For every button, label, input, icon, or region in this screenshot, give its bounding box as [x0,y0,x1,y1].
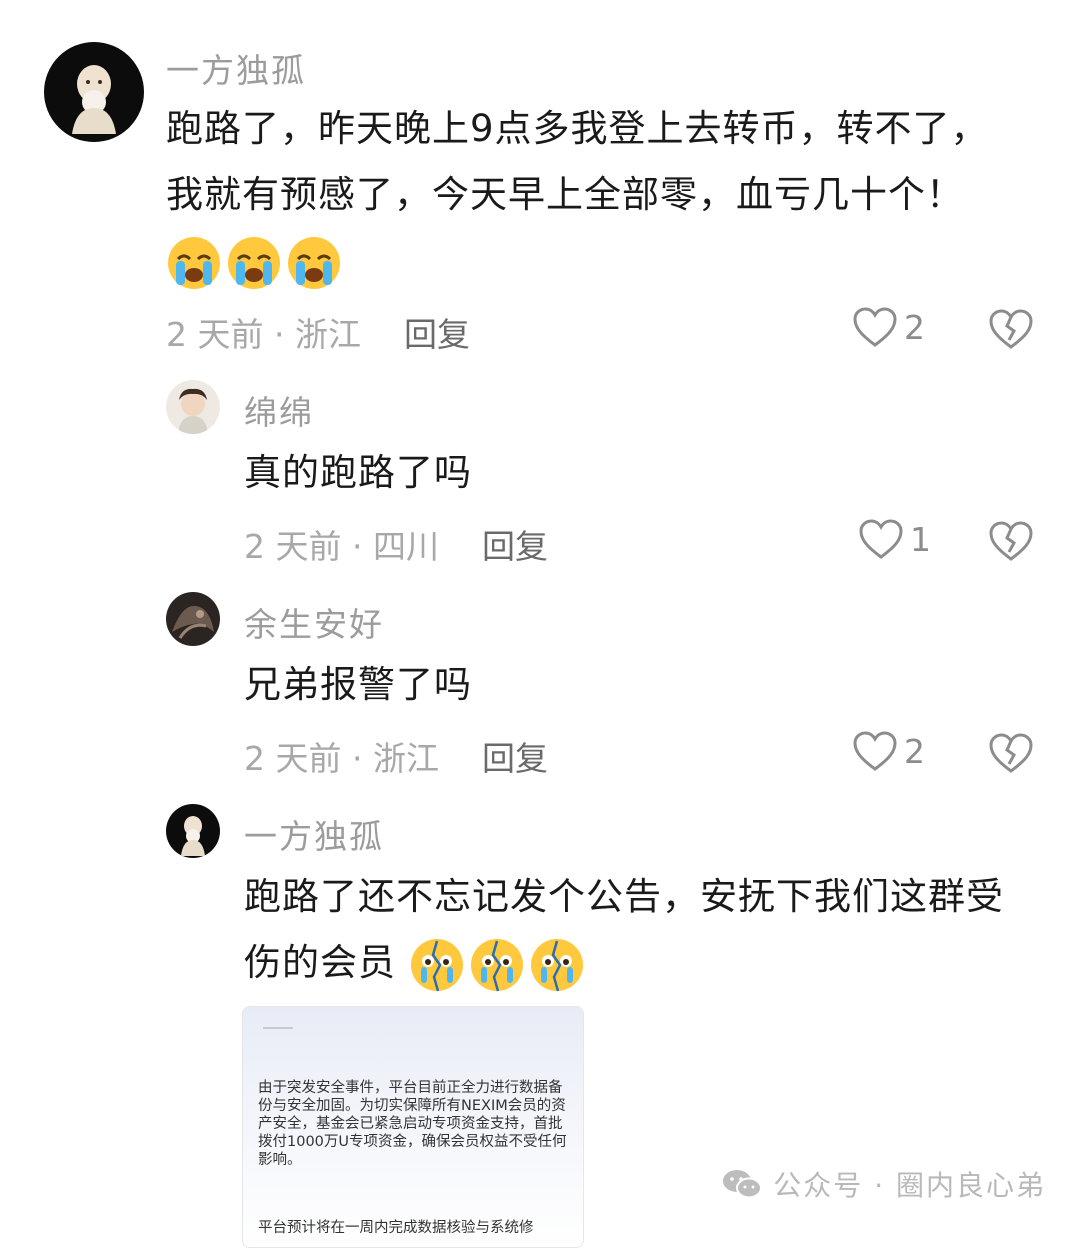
like-count: 2 [904,731,925,771]
loudly-crying-emoji [226,235,282,291]
like-button[interactable]: 2 [852,730,925,772]
divider [263,1027,293,1029]
heart-outline-icon [858,518,904,560]
comment-username[interactable]: 绵绵 [244,386,314,434]
notice-body-cutoff: 平台预计将在一周内完成数据核验与系统修 [258,1220,534,1236]
comment-body: 真的跑路了吗 [244,451,472,494]
attached-image[interactable]: 由于突发安全事件，平台目前正全力进行数据备份与安全加固。为切实保障所有NEXIM… [242,1006,584,1248]
avatar[interactable] [44,42,144,142]
loudly-crying-emoji [286,235,342,291]
watermark: 公众号 · 圈内良心弟 [721,1164,1046,1204]
broken-heart-icon[interactable] [988,520,1034,562]
comment-meta: 2 天前 · 浙江 [166,315,361,354]
comment-body: 兄弟报警了吗 [244,663,472,706]
avatar[interactable] [166,804,220,858]
reply-button[interactable]: 回复 [482,732,548,780]
comment-body: 跑路了还不忘记发个公告，安抚下我们这群受伤的会员 [244,875,1004,984]
notice-body: 由于突发安全事件，平台目前正全力进行数据备份与安全加固。为切实保障所有NEXIM… [258,1080,567,1168]
loudly-crying-emoji [166,235,222,291]
comment-username[interactable]: 一方独孤 [166,44,306,92]
comment-username[interactable]: 余生安好 [244,598,384,646]
like-button[interactable]: 2 [852,306,925,348]
like-button[interactable]: 1 [858,518,931,560]
like-count: 1 [910,519,931,559]
watermark-text: 公众号 · 圈内良心弟 [773,1169,1046,1202]
avatar[interactable] [166,592,220,646]
reply-button[interactable]: 回复 [482,520,548,568]
comment-text: 跑路了，昨天晚上9点多我登上去转币，转不了，我就有预感了，今天早上全部零，血亏几… [166,96,1026,294]
broken-face-emoji [469,937,525,993]
broken-face-emoji [409,937,465,993]
like-count: 2 [904,307,925,347]
comment-text: 跑路了还不忘记发个公告，安抚下我们这群受伤的会员 [244,864,1034,996]
broken-face-emoji [529,937,585,993]
comment-username[interactable]: 一方独孤 [244,810,384,858]
wechat-icon [721,1167,763,1201]
comment-meta: 2 天前 · 浙江 [244,739,439,778]
broken-heart-icon[interactable] [988,308,1034,350]
comment-body: 跑路了，昨天晚上9点多我登上去转币，转不了，我就有预感了，今天早上全部零，血亏几… [166,107,989,216]
broken-heart-icon[interactable] [988,732,1034,774]
avatar[interactable] [166,380,220,434]
reply-button[interactable]: 回复 [404,308,470,356]
heart-outline-icon [852,730,898,772]
comment-meta: 2 天前 · 四川 [244,527,439,566]
heart-outline-icon [852,306,898,348]
